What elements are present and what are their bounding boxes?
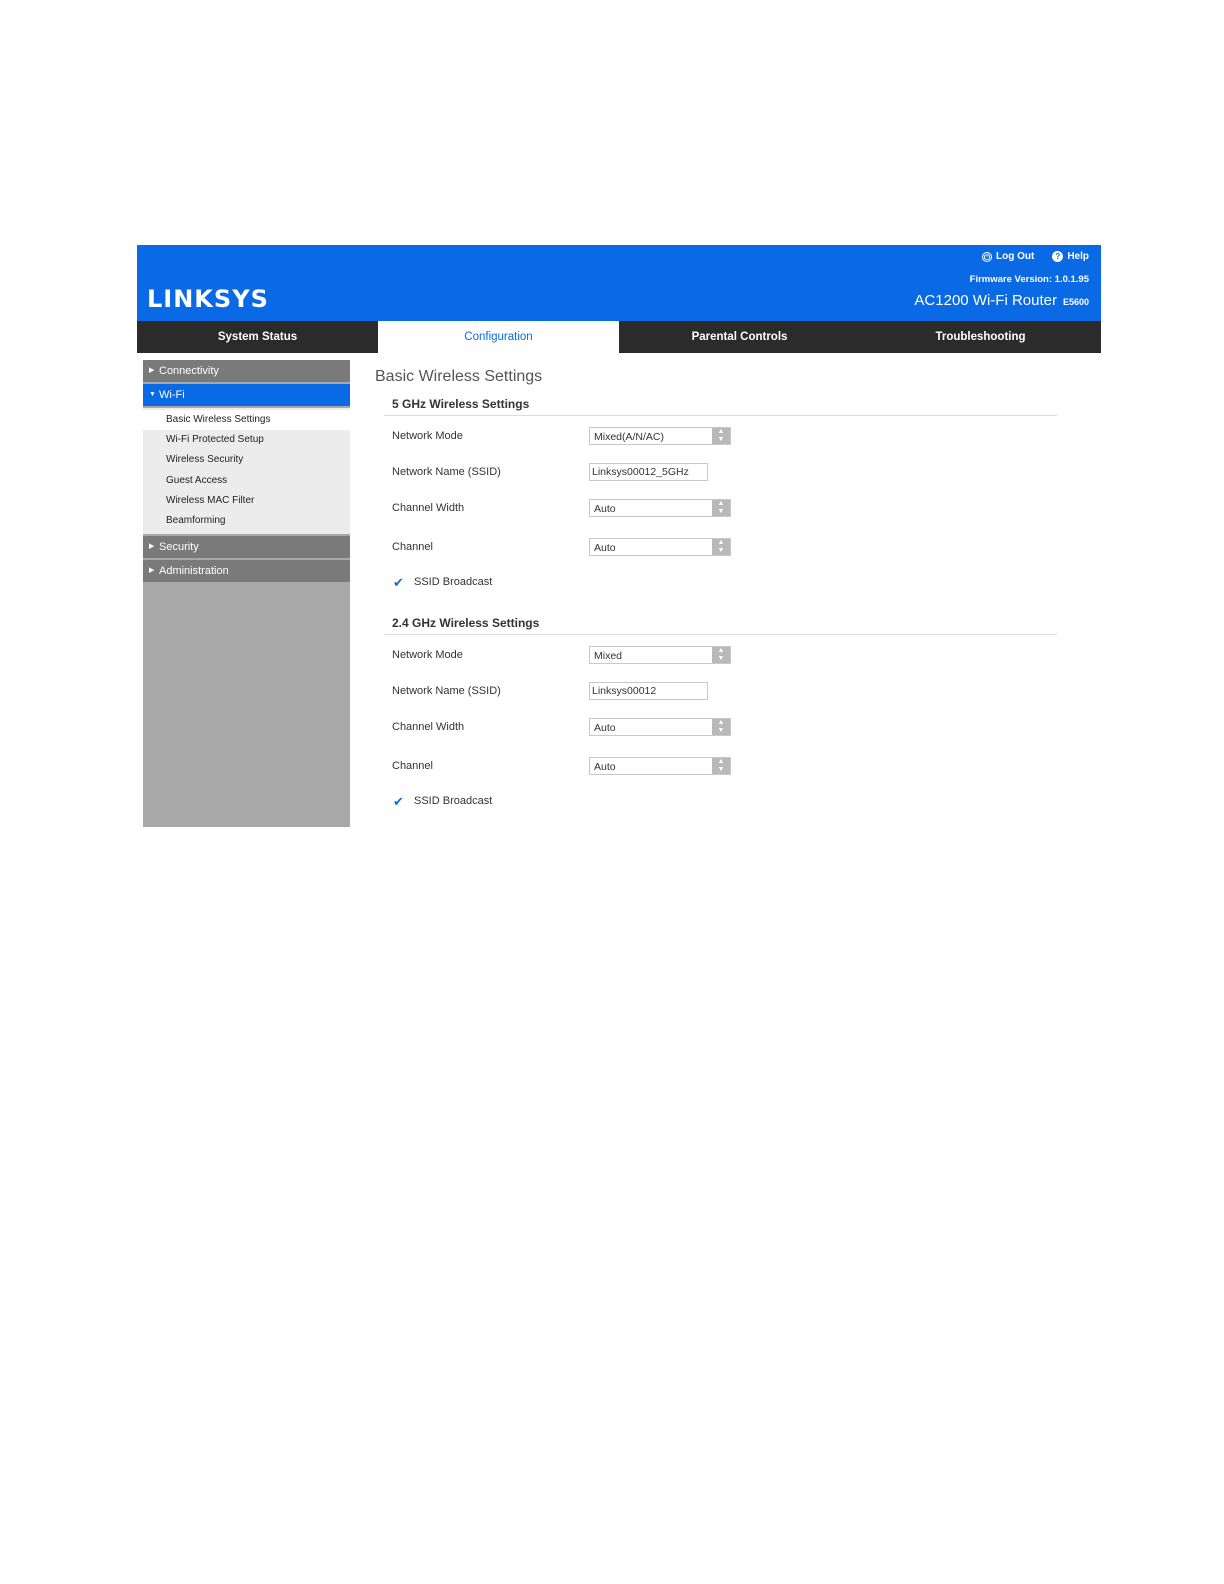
channel-width-label-24ghz: Channel Width [392,721,465,733]
sidebar-section-administration[interactable]: ▶ Administration [143,560,350,583]
network-mode-label-5ghz: Network Mode [392,430,463,442]
tab-configuration[interactable]: Configuration [378,321,619,353]
select-arrows-icon: ▲ ▼ [712,647,730,663]
help-icon: ? [1052,251,1064,262]
chevron-right-icon: ▶ [149,567,155,575]
section-title-24ghz: 2.4 GHz Wireless Settings [392,616,540,630]
model-code: E5600 [1062,297,1089,307]
tab-troubleshooting[interactable]: Troubleshooting [860,321,1101,353]
wifi-submenu: Basic Wireless Settings Wi-Fi Protected … [143,408,350,535]
sidebar-item-wireless-security[interactable]: Wireless Security [143,450,350,470]
router-admin-screenshot: LINKSYS ⏻ Log Out ? Help Firmware Versio… [137,245,1101,830]
firmware-version: Firmware Version: 1.0.1.95 [970,274,1089,285]
channel-value: Auto [594,761,616,773]
sidebar-section-wifi[interactable]: ▼ Wi-Fi [143,384,350,406]
ssid-input-24ghz[interactable]: Linksys00012 [589,682,708,700]
sidebar-section-label: Connectivity [159,365,219,377]
sidebar-section-connectivity[interactable]: ▶ Connectivity [143,360,350,382]
model-info: AC1200 Wi-Fi Router E5600 [914,292,1089,309]
ssid-broadcast-label-5ghz: SSID Broadcast [414,576,493,588]
linksys-logo: LINKSYS [147,285,269,313]
section-divider [384,415,1057,416]
section-title-5ghz: 5 GHz Wireless Settings [392,397,530,411]
channel-width-label-5ghz: Channel Width [392,502,465,514]
ssid-broadcast-checkbox-24ghz[interactable]: ✔ [393,795,405,808]
tab-parental-controls[interactable]: Parental Controls [619,321,860,353]
chevron-right-icon: ▶ [149,543,155,551]
select-arrows-icon: ▲ ▼ [712,719,730,735]
channel-value: Auto [594,542,616,554]
sidebar-section-label: Administration [159,565,229,578]
network-mode-value: Mixed [594,650,623,662]
channel-select-5ghz[interactable]: Auto ▲ ▼ [589,538,731,556]
ssid-label-5ghz: Network Name (SSID) [392,466,501,478]
sidebar-item-wifi-protected-setup[interactable]: Wi-Fi Protected Setup [143,430,350,450]
header-bar: LINKSYS ⏻ Log Out ? Help Firmware Versio… [137,245,1101,321]
channel-label-5ghz: Channel [392,541,433,553]
main-nav-tabs: System Status Configuration Parental Con… [137,321,1101,353]
ssid-label-24ghz: Network Name (SSID) [392,685,501,697]
page-title: Basic Wireless Settings [375,368,543,385]
channel-label-24ghz: Channel [392,760,433,772]
channel-select-24ghz[interactable]: Auto ▲ ▼ [589,757,731,775]
power-icon: ⏻ [982,251,992,262]
logout-label: Log Out [996,251,1035,262]
help-link[interactable]: ? Help [1052,251,1089,262]
ssid-broadcast-label-24ghz: SSID Broadcast [414,795,493,807]
model-name: AC1200 Wi-Fi Router [914,292,1057,309]
channel-width-value: Auto [594,503,616,515]
sidebar-section-security[interactable]: ▶ Security [143,536,350,559]
sidebar-item-beamforming[interactable]: Beamforming [143,511,350,531]
firmware-value: 1.0.1.95 [1054,274,1089,285]
select-arrows-icon: ▲ ▼ [712,539,730,555]
sidebar-item-basic-wireless-settings[interactable]: Basic Wireless Settings [143,410,350,431]
sidebar-section-label: Security [159,541,199,554]
ssid-broadcast-checkbox-5ghz[interactable]: ✔ [393,576,405,589]
channel-width-select-5ghz[interactable]: Auto ▲ ▼ [589,499,731,517]
logout-link[interactable]: ⏻ Log Out [982,251,1034,262]
section-divider [384,634,1057,635]
select-arrows-icon: ▲ ▼ [712,500,730,516]
network-mode-select-24ghz[interactable]: Mixed ▲ ▼ [589,646,731,664]
sidebar-section-label: Wi-Fi [159,389,185,401]
firmware-label: Firmware Version: [969,274,1053,285]
channel-width-select-24ghz[interactable]: Auto ▲ ▼ [589,718,731,736]
channel-width-value: Auto [594,722,616,734]
network-mode-label-24ghz: Network Mode [392,649,463,661]
sidebar-item-wireless-mac-filter[interactable]: Wireless MAC Filter [143,491,350,511]
ssid-input-5ghz[interactable]: Linksys00012_5GHz [589,463,708,481]
tab-system-status[interactable]: System Status [137,321,378,353]
sidebar: ▶ Connectivity ▼ Wi-Fi Basic Wireless Se… [143,360,350,827]
select-arrows-icon: ▲ ▼ [712,758,730,774]
sidebar-item-guest-access[interactable]: Guest Access [143,471,350,491]
network-mode-value: Mixed(A/N/AC) [594,431,665,443]
select-arrows-icon: ▲ ▼ [712,428,730,444]
network-mode-select-5ghz[interactable]: Mixed(A/N/AC) ▲ ▼ [589,427,731,445]
top-links: ⏻ Log Out ? Help [982,251,1089,262]
chevron-down-icon: ▼ [149,391,156,398]
help-label: Help [1067,251,1089,262]
chevron-right-icon: ▶ [149,367,155,374]
